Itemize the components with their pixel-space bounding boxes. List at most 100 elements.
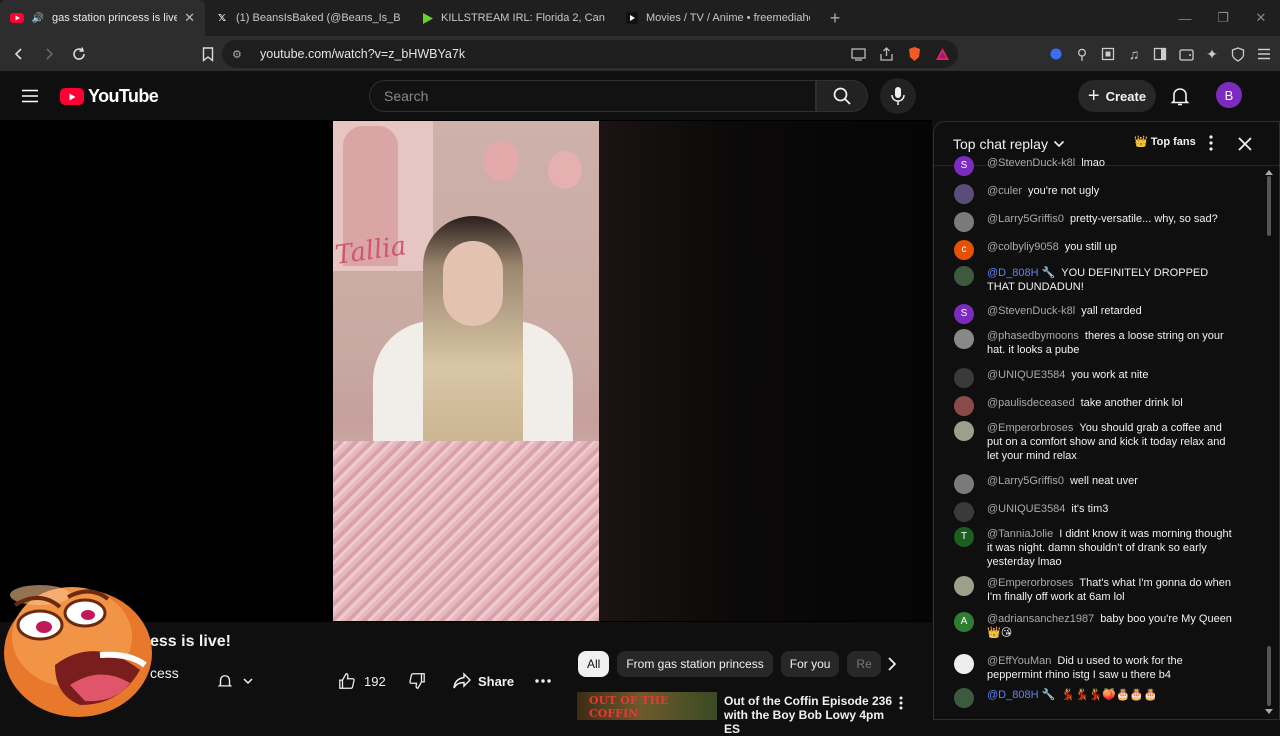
chat-author-avatar[interactable] — [954, 474, 974, 494]
brave-shields-icon[interactable] — [906, 46, 922, 62]
chat-author-avatar[interactable]: c — [954, 240, 974, 260]
back-button[interactable] — [6, 41, 32, 67]
chat-message-text: you still up — [1064, 241, 1117, 253]
vpn-icon[interactable] — [1048, 46, 1064, 62]
guide-menu-icon[interactable] — [20, 86, 40, 106]
chat-author-name[interactable]: @TanniaJolie — [987, 528, 1053, 540]
reload-button[interactable] — [66, 41, 92, 67]
brave-rewards-icon[interactable] — [934, 46, 950, 62]
dislike-button[interactable] — [400, 672, 434, 690]
brave-vpn-shield-icon[interactable] — [1230, 46, 1246, 62]
chat-author-avatar[interactable]: S — [954, 156, 974, 176]
sidebar-icon[interactable] — [1152, 46, 1168, 62]
chat-author-name[interactable]: @Larry5Griffis0 — [987, 213, 1064, 225]
chat-author-name[interactable]: @culer — [987, 185, 1022, 197]
forward-button[interactable] — [36, 41, 62, 67]
chat-more-icon[interactable] — [1204, 133, 1218, 153]
puzzle-icon[interactable]: ⚲ — [1074, 46, 1090, 62]
share-page-icon[interactable] — [878, 46, 894, 62]
chat-mode-dropdown[interactable]: Top chat replay — [953, 136, 1065, 152]
recommended-more-icon[interactable] — [899, 696, 913, 712]
screenshot-icon[interactable] — [1100, 46, 1116, 62]
address-bar[interactable]: ⚙ youtube.com/watch?v=z_bHWBYa7k — [222, 40, 958, 68]
wallet-icon[interactable] — [1178, 46, 1194, 62]
browser-tab-x[interactable]: 𝕏 (1) BeansIsBaked (@Beans_Is_Baked — [205, 0, 410, 36]
chip-related[interactable]: Re — [847, 651, 881, 677]
maximize-icon[interactable]: ❐ — [1204, 0, 1242, 36]
chat-author-name[interactable]: @paulisdeceased — [987, 397, 1075, 409]
notifications-bell-icon[interactable] — [1168, 84, 1192, 108]
browser-tab-youtube[interactable]: 🔊 gas station princess is live! - Y ✕ — [0, 0, 205, 36]
chat-author-name[interactable]: @StevenDuck-k8l — [987, 305, 1075, 317]
chat-author-avatar[interactable] — [954, 688, 974, 708]
chat-author-name[interactable]: @adriansanchez1987 — [987, 613, 1094, 625]
new-tab-button[interactable]: + — [820, 8, 850, 29]
chat-author-name[interactable]: @Emperorbroses — [987, 422, 1073, 434]
chat-author-avatar[interactable] — [954, 329, 974, 349]
chat-author-avatar[interactable] — [954, 654, 974, 674]
chip-from-channel[interactable]: From gas station princess — [617, 651, 773, 677]
chat-author-name[interactable]: @EffYouMan — [987, 655, 1051, 667]
chat-message-body: @TanniaJolie I didnt know it was morning … — [987, 527, 1235, 569]
chat-author-name[interactable]: @phasedbymoons — [987, 330, 1079, 342]
chips-next-button[interactable] — [880, 653, 904, 675]
chip-for-you[interactable]: For you — [780, 651, 840, 677]
chat-author-avatar[interactable] — [954, 184, 974, 204]
recommended-title[interactable]: Out of the Coffin Episode 236 with the B… — [724, 694, 894, 736]
chip-all[interactable]: All — [578, 651, 610, 677]
leo-ai-icon[interactable]: ✦ — [1204, 46, 1220, 62]
video-player[interactable]: Tallia — [0, 120, 932, 622]
chat-author-name[interactable]: @colbyliy9058 — [987, 241, 1059, 253]
chat-author-avatar[interactable] — [954, 421, 974, 441]
top-fans-button[interactable]: 👑 Top fans — [1134, 135, 1196, 149]
browser-tab-rumble[interactable]: KILLSTREAM IRL: Florida 2, Candy Da — [410, 0, 615, 36]
browser-menu-icon[interactable] — [1256, 46, 1272, 62]
chat-author-avatar[interactable] — [954, 502, 974, 522]
chat-author-name[interactable]: @D_808H 🔧 — [987, 689, 1055, 701]
voice-search-button[interactable] — [880, 78, 916, 114]
search-button[interactable] — [816, 80, 868, 112]
speaker-icon[interactable]: 🔊 — [31, 11, 45, 25]
share-button[interactable]: Share — [446, 665, 518, 697]
chat-author-avatar[interactable]: S — [954, 304, 974, 324]
chat-author-avatar[interactable]: A — [954, 612, 974, 632]
close-window-icon[interactable]: ✕ — [1242, 0, 1280, 36]
scrollbar-thumb[interactable] — [1267, 176, 1271, 236]
like-button[interactable]: 192 — [328, 672, 400, 690]
chat-author-avatar[interactable]: T — [954, 527, 974, 547]
scroll-down-icon[interactable] — [1264, 708, 1274, 716]
search-input[interactable] — [384, 88, 815, 104]
minimize-icon[interactable]: — — [1166, 0, 1204, 36]
youtube-logo[interactable]: YouTube — [60, 86, 159, 107]
chat-author-name[interactable]: @UNIQUE3584 — [987, 503, 1065, 515]
chat-author-name[interactable]: @Larry5Griffis0 — [987, 475, 1064, 487]
chat-author-name[interactable]: @Emperorbroses — [987, 577, 1073, 589]
chat-scrollbar[interactable] — [1260, 166, 1279, 719]
chat-author-avatar[interactable] — [954, 368, 974, 388]
chat-author-avatar[interactable] — [954, 396, 974, 416]
more-actions-button[interactable] — [528, 665, 558, 697]
close-chat-icon[interactable] — [1235, 134, 1255, 154]
site-settings-icon[interactable]: ⚙ — [232, 48, 248, 61]
reload-icon — [73, 46, 85, 60]
chat-message-body: @adriansanchez1987 baby boo you're My Que… — [987, 612, 1235, 640]
chat-author-name[interactable]: @StevenDuck-k8l — [987, 157, 1075, 169]
account-avatar[interactable]: B — [1216, 82, 1242, 108]
scrollbar-thumb[interactable] — [1267, 646, 1271, 706]
chat-author-name[interactable]: @D_808H 🔧 — [987, 267, 1055, 279]
create-button[interactable]: + Create — [1078, 80, 1156, 112]
cast-icon[interactable] — [850, 46, 866, 62]
recommended-thumbnail[interactable]: OUT OF THE COFFIN — [577, 692, 717, 720]
media-icon[interactable]: ♫ — [1126, 46, 1142, 62]
chat-author-avatar[interactable] — [954, 212, 974, 232]
chat-author-avatar[interactable] — [954, 266, 974, 286]
close-tab-icon[interactable]: ✕ — [184, 10, 195, 26]
chat-author-avatar[interactable] — [954, 576, 974, 596]
chat-author-name[interactable]: @UNIQUE3584 — [987, 369, 1065, 381]
recommended-video[interactable]: OUT OF THE COFFIN Out of the Coffin Epis… — [577, 692, 917, 736]
subscription-bell-button[interactable] — [206, 666, 264, 696]
browser-tab-movies[interactable]: Movies / TV / Anime • freemediahec — [615, 0, 820, 36]
chat-message-body: @paulisdeceased take another drink lol — [987, 396, 1235, 410]
scroll-up-icon[interactable] — [1264, 168, 1274, 176]
bookmark-button[interactable] — [195, 41, 221, 67]
